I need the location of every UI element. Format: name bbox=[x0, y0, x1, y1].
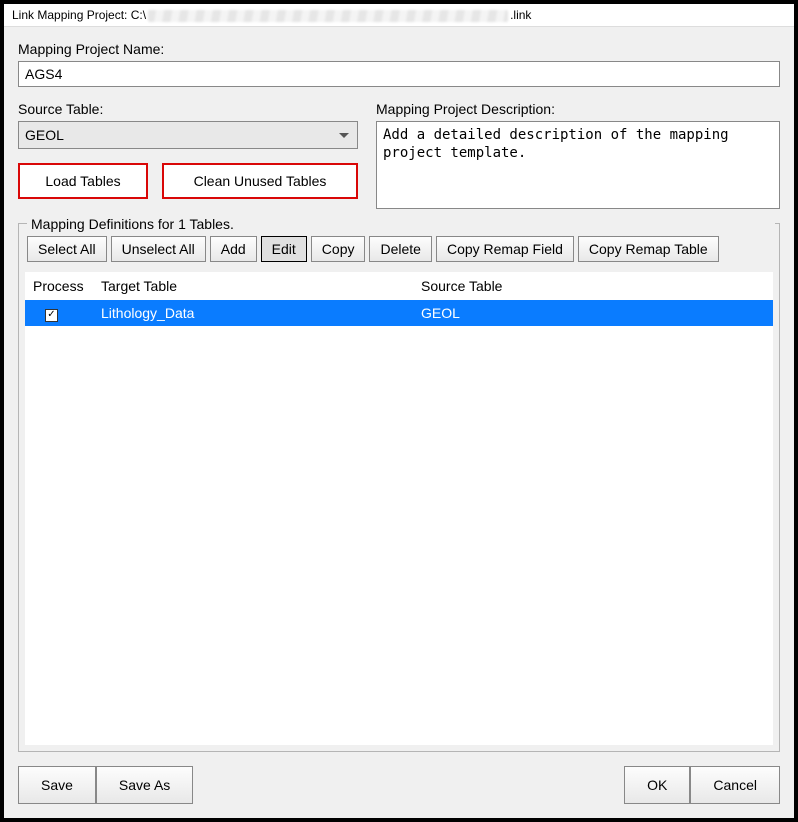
definitions-table: Process Target Table Source Table ✓ Lith… bbox=[25, 272, 773, 745]
link-mapping-window: Link Mapping Project: C:\ .link Mapping P… bbox=[0, 0, 798, 822]
process-checkbox[interactable]: ✓ bbox=[45, 309, 58, 322]
table-row[interactable]: ✓ Lithology_Data GEOL bbox=[25, 300, 773, 326]
fieldset-legend: Mapping Definitions for 1 Tables. bbox=[27, 216, 775, 232]
definitions-toolbar: Select All Unselect All Add Edit Copy De… bbox=[25, 236, 773, 262]
footer-right: OK Cancel bbox=[624, 766, 780, 804]
title-path-masked bbox=[148, 10, 508, 22]
clean-unused-tables-button[interactable]: Clean Unused Tables bbox=[162, 163, 358, 199]
add-button[interactable]: Add bbox=[210, 236, 257, 262]
table-header: Process Target Table Source Table bbox=[25, 272, 773, 300]
load-tables-button[interactable]: Load Tables bbox=[18, 163, 148, 199]
target-cell: Lithology_Data bbox=[101, 305, 421, 321]
footer-left: Save Save As bbox=[18, 766, 193, 804]
source-table-dropdown[interactable]: GEOL bbox=[18, 121, 358, 149]
description-input[interactable] bbox=[376, 121, 780, 209]
chevron-down-icon bbox=[339, 133, 349, 138]
source-table-label: Source Table: bbox=[18, 101, 358, 117]
window-title-suffix: .link bbox=[510, 8, 531, 22]
table-action-row: Load Tables Clean Unused Tables bbox=[18, 163, 358, 199]
header-source: Source Table bbox=[421, 278, 765, 294]
cancel-button[interactable]: Cancel bbox=[690, 766, 780, 804]
description-column: Mapping Project Description: bbox=[376, 101, 780, 209]
select-all-button[interactable]: Select All bbox=[27, 236, 107, 262]
src-desc-row: Source Table: GEOL Load Tables Clean Unu… bbox=[18, 101, 780, 209]
window-title-prefix: Link Mapping Project: C:\ bbox=[12, 8, 146, 22]
source-cell: GEOL bbox=[421, 305, 765, 321]
header-target: Target Table bbox=[101, 278, 421, 294]
dialog-footer: Save Save As OK Cancel bbox=[18, 762, 780, 804]
description-label: Mapping Project Description: bbox=[376, 101, 780, 117]
process-cell: ✓ bbox=[33, 304, 101, 322]
project-name-label: Mapping Project Name: bbox=[18, 41, 780, 57]
unselect-all-button[interactable]: Unselect All bbox=[111, 236, 206, 262]
project-name-input[interactable] bbox=[18, 61, 780, 87]
copy-button[interactable]: Copy bbox=[311, 236, 366, 262]
header-process: Process bbox=[33, 278, 101, 294]
delete-button[interactable]: Delete bbox=[369, 236, 431, 262]
copy-remap-table-button[interactable]: Copy Remap Table bbox=[578, 236, 719, 262]
save-button[interactable]: Save bbox=[18, 766, 96, 804]
mapping-definitions-fieldset: Mapping Definitions for 1 Tables. Select… bbox=[18, 223, 780, 752]
ok-button[interactable]: OK bbox=[624, 766, 690, 804]
window-titlebar: Link Mapping Project: C:\ .link bbox=[4, 4, 794, 27]
copy-remap-field-button[interactable]: Copy Remap Field bbox=[436, 236, 574, 262]
save-as-button[interactable]: Save As bbox=[96, 766, 193, 804]
edit-button[interactable]: Edit bbox=[261, 236, 307, 262]
source-table-column: Source Table: GEOL Load Tables Clean Unu… bbox=[18, 101, 358, 199]
table-empty-area bbox=[25, 326, 773, 746]
source-table-value: GEOL bbox=[25, 127, 64, 143]
content-area: Mapping Project Name: Source Table: GEOL… bbox=[4, 27, 794, 818]
